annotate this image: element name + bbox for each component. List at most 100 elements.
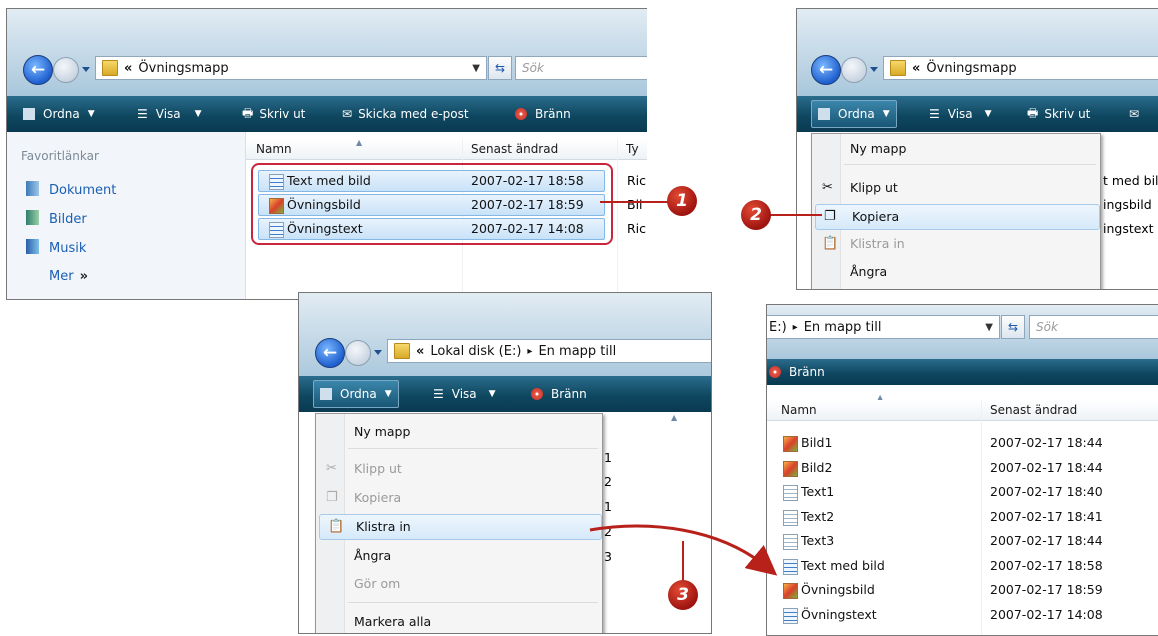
address-separator-icon[interactable]: ▸: [793, 322, 798, 333]
organize-label: Ordna: [838, 107, 875, 121]
forward-arrow-icon[interactable]: [53, 57, 79, 83]
printer-icon: 🖶: [242, 105, 254, 120]
search-input[interactable]: Sök: [515, 56, 647, 80]
menu-item-undo[interactable]: Ångra: [814, 260, 1098, 284]
address-chevron[interactable]: «: [124, 61, 132, 76]
file-row[interactable]: Övningsbild 2007-02-17 18:59: [767, 580, 1158, 600]
refresh-icon[interactable]: ⇆: [1001, 315, 1025, 339]
sidebar-more-link[interactable]: Mer »: [49, 269, 88, 284]
file-row[interactable]: Text2 2007-02-17 18:41: [767, 507, 1158, 527]
address-chevron[interactable]: «: [416, 344, 424, 359]
column-name[interactable]: Namn: [256, 142, 292, 156]
view-button[interactable]: ☰ Visa ▼: [433, 376, 496, 412]
file-name: Övningstext: [801, 606, 877, 622]
address-bar[interactable]: E:) ▸ En mapp till ▼: [767, 315, 1000, 339]
file-name-partial: ingsbild: [1103, 197, 1152, 212]
refresh-icon[interactable]: ⇆: [488, 56, 512, 80]
address-segment-folder[interactable]: En mapp till: [538, 344, 616, 359]
column-modified[interactable]: Senast ändrad: [471, 142, 558, 156]
menu-item-new-folder[interactable]: Ny mapp: [814, 137, 1098, 161]
file-type: Ric: [627, 221, 647, 236]
view-label: Visa: [451, 387, 477, 401]
address-dropdown-icon[interactable]: ▼: [985, 322, 993, 333]
print-button[interactable]: 🖶 Skriv ut: [1027, 96, 1090, 132]
address-separator-icon[interactable]: ▸: [527, 346, 532, 357]
view-icon: ☰: [929, 107, 940, 121]
file-name-partial: 1: [604, 450, 612, 465]
email-icon[interactable]: ✉: [1129, 96, 1139, 132]
burn-button[interactable]: Bränn: [531, 376, 587, 412]
sidebar-link-musik[interactable]: Musik: [26, 239, 86, 256]
toolbar: Ordna ▼ ☰ Visa ▼ 🖶 Skriv ut ✉: [797, 96, 1158, 132]
file-row[interactable]: Text med bild 2007-02-17 18:58: [767, 556, 1158, 576]
copy-icon: ❐: [326, 490, 338, 505]
sort-caret-icon: ▲: [356, 138, 363, 147]
explorer-window-en-mapp-till: E:) ▸ En mapp till ▼ ⇆ Sök Bränn ▲ Namn …: [766, 304, 1158, 636]
file-name: Övningsbild: [801, 582, 875, 597]
menu-item-new-folder[interactable]: Ny mapp: [318, 420, 600, 444]
address-path[interactable]: Övningsmapp: [926, 61, 1016, 76]
address-bar[interactable]: « Lokal disk (E:) ▸ En mapp till: [387, 339, 711, 363]
menu-item-cut[interactable]: ✂ Klipp ut: [318, 457, 600, 481]
burn-button[interactable]: Bränn: [769, 359, 825, 385]
file-row[interactable]: Text1 2007-02-17 18:40: [767, 482, 1158, 502]
print-button[interactable]: 🖶 Skriv ut: [242, 96, 305, 132]
toolbar: Ordna ▼ ☰ Visa ▼ 🖶 Skriv ut ✉ Skicka med e-po…: [7, 96, 647, 132]
menu-item-paste[interactable]: 📋 Klistra in: [814, 232, 1098, 256]
file-row[interactable]: Bild1 2007-02-17 18:44: [767, 433, 1158, 453]
file-row[interactable]: Övningstext 2007-02-17 14:08: [767, 605, 1158, 625]
organize-menu: Ny mapp ✂ Klipp ut ❐ Kopiera 📋 Klistra in Å…: [315, 413, 603, 633]
forward-arrow-icon[interactable]: [841, 57, 867, 83]
file-name-partial: 1: [604, 499, 612, 514]
file-row[interactable]: Text3 2007-02-17 18:44: [767, 531, 1158, 551]
organize-menu: Ny mapp ✂ Klipp ut ❐ Kopiera 📋 Klistra in Å…: [811, 133, 1101, 289]
envelope-icon: ✉: [342, 107, 353, 121]
column-divider: [617, 139, 618, 299]
back-arrow-icon[interactable]: ←: [315, 338, 345, 368]
explorer-window-ovningsmapp: ← « Övningsmapp ▼ ⇆ Sök Ordna ▼ ☰ Visa ▼ 🖶 S…: [6, 8, 647, 300]
back-arrow-icon[interactable]: ←: [811, 55, 841, 85]
email-button[interactable]: ✉ Skicka med e-post: [342, 96, 469, 132]
history-dropdown-icon[interactable]: [82, 67, 90, 72]
burn-button[interactable]: Bränn: [515, 96, 571, 132]
menu-item-undo[interactable]: Ångra: [318, 544, 600, 568]
back-arrow-icon[interactable]: ←: [23, 55, 53, 85]
sidebar-link-dokument[interactable]: Dokument: [26, 181, 116, 198]
organize-button[interactable]: Ordna ▼: [23, 96, 95, 132]
column-name[interactable]: Namn: [781, 403, 817, 417]
view-button[interactable]: ☰ Visa ▼: [137, 96, 202, 132]
address-bar[interactable]: « Övningsmapp ▼: [95, 56, 487, 80]
address-segment-drive[interactable]: Lokal disk (E:): [430, 344, 521, 359]
column-modified[interactable]: Senast ändrad: [990, 403, 1077, 417]
address-segment-drive[interactable]: E:): [769, 320, 787, 335]
history-dropdown-icon[interactable]: [870, 67, 878, 72]
favorites-sidebar: Favoritlänkar Dokument Bilder Musik Mer »: [7, 132, 246, 299]
history-dropdown-icon[interactable]: [374, 350, 382, 355]
menu-item-label: Ångra: [850, 264, 888, 279]
menu-item-cut[interactable]: ✂ Klipp ut: [814, 176, 1098, 200]
menu-item-copy[interactable]: ❐ Kopiera: [815, 204, 1100, 230]
menu-item-redo[interactable]: Gör om: [318, 572, 600, 596]
address-dropdown-icon[interactable]: ▼: [472, 63, 480, 74]
sidebar-link-bilder[interactable]: Bilder: [26, 210, 87, 227]
menu-item-paste[interactable]: 📋 Klistra in: [319, 514, 602, 540]
address-chevron[interactable]: «: [912, 61, 920, 76]
search-input[interactable]: Sök: [1029, 315, 1158, 339]
disc-icon: [515, 108, 527, 120]
step-badge-3: 3: [668, 580, 698, 610]
menu-item-label: Klipp ut: [850, 180, 898, 195]
menu-item-select-all[interactable]: Markera alla: [318, 610, 600, 633]
organize-label: Ordna: [340, 387, 377, 401]
forward-arrow-icon[interactable]: [345, 340, 371, 366]
address-segment-folder[interactable]: En mapp till: [804, 320, 882, 335]
organize-button[interactable]: Ordna ▼: [313, 380, 399, 408]
file-row[interactable]: Bild2 2007-02-17 18:44: [767, 458, 1158, 478]
organize-button[interactable]: Ordna ▼: [811, 100, 897, 128]
menu-item-copy[interactable]: ❐ Kopiera: [318, 486, 600, 510]
toolbar: Bränn: [767, 359, 1158, 385]
column-type[interactable]: Ty: [626, 142, 639, 156]
address-path[interactable]: Övningsmapp: [138, 61, 228, 76]
address-bar[interactable]: « Övningsmapp: [883, 56, 1158, 80]
view-button[interactable]: ☰ Visa ▼: [929, 96, 992, 132]
file-date: 2007-02-17 18:44: [990, 459, 1103, 475]
